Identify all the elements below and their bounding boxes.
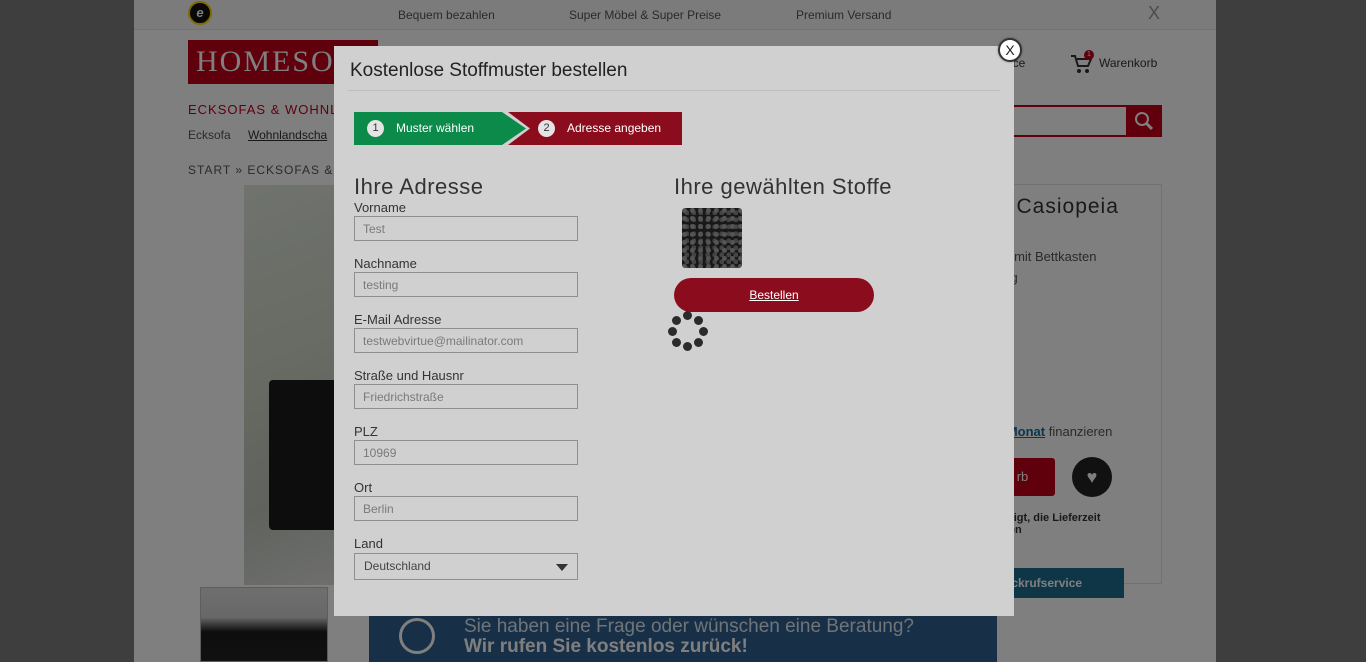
modal-title: Kostenlose Stoffmuster bestellen [350,60,628,81]
step-2-label: Adresse angeben [567,121,662,135]
chevron-down-icon [556,564,568,571]
firstname-label: Vorname [354,200,407,215]
step-2-number: 2 [538,120,555,137]
zip-label: PLZ [354,424,378,439]
street-label: Straße und Hausnr [354,368,464,383]
modal-divider [348,90,1000,91]
city-input[interactable] [354,496,578,521]
step-1-label: Muster wählen [396,121,475,135]
address-heading: Ihre Adresse [354,174,484,199]
step-1-number: 1 [367,120,384,137]
city-label: Ort [354,480,373,495]
country-select-value: Deutschland [364,559,431,573]
selected-fabric-swatch[interactable] [682,208,742,268]
email-label: E-Mail Adresse [354,312,442,327]
email-input[interactable] [354,328,578,353]
close-icon[interactable]: X [998,38,1022,62]
step-enter-address[interactable]: 2 Adresse angeben [508,112,682,145]
loading-spinner-icon [668,311,708,351]
fabric-sample-modal: Kostenlose Stoffmuster bestellen 1 Muste… [334,46,1014,616]
street-input[interactable] [354,384,578,409]
lastname-input[interactable] [354,272,578,297]
zip-input[interactable] [354,440,578,465]
firstname-input[interactable] [354,216,578,241]
order-button[interactable]: Bestellen [674,278,874,312]
country-select[interactable]: Deutschland [354,553,578,580]
lastname-label: Nachname [354,256,417,271]
country-label: Land [354,536,383,551]
fabrics-heading: Ihre gewählten Stoffe [674,174,893,199]
step-choose-samples[interactable]: 1 Muster wählen [354,112,526,145]
